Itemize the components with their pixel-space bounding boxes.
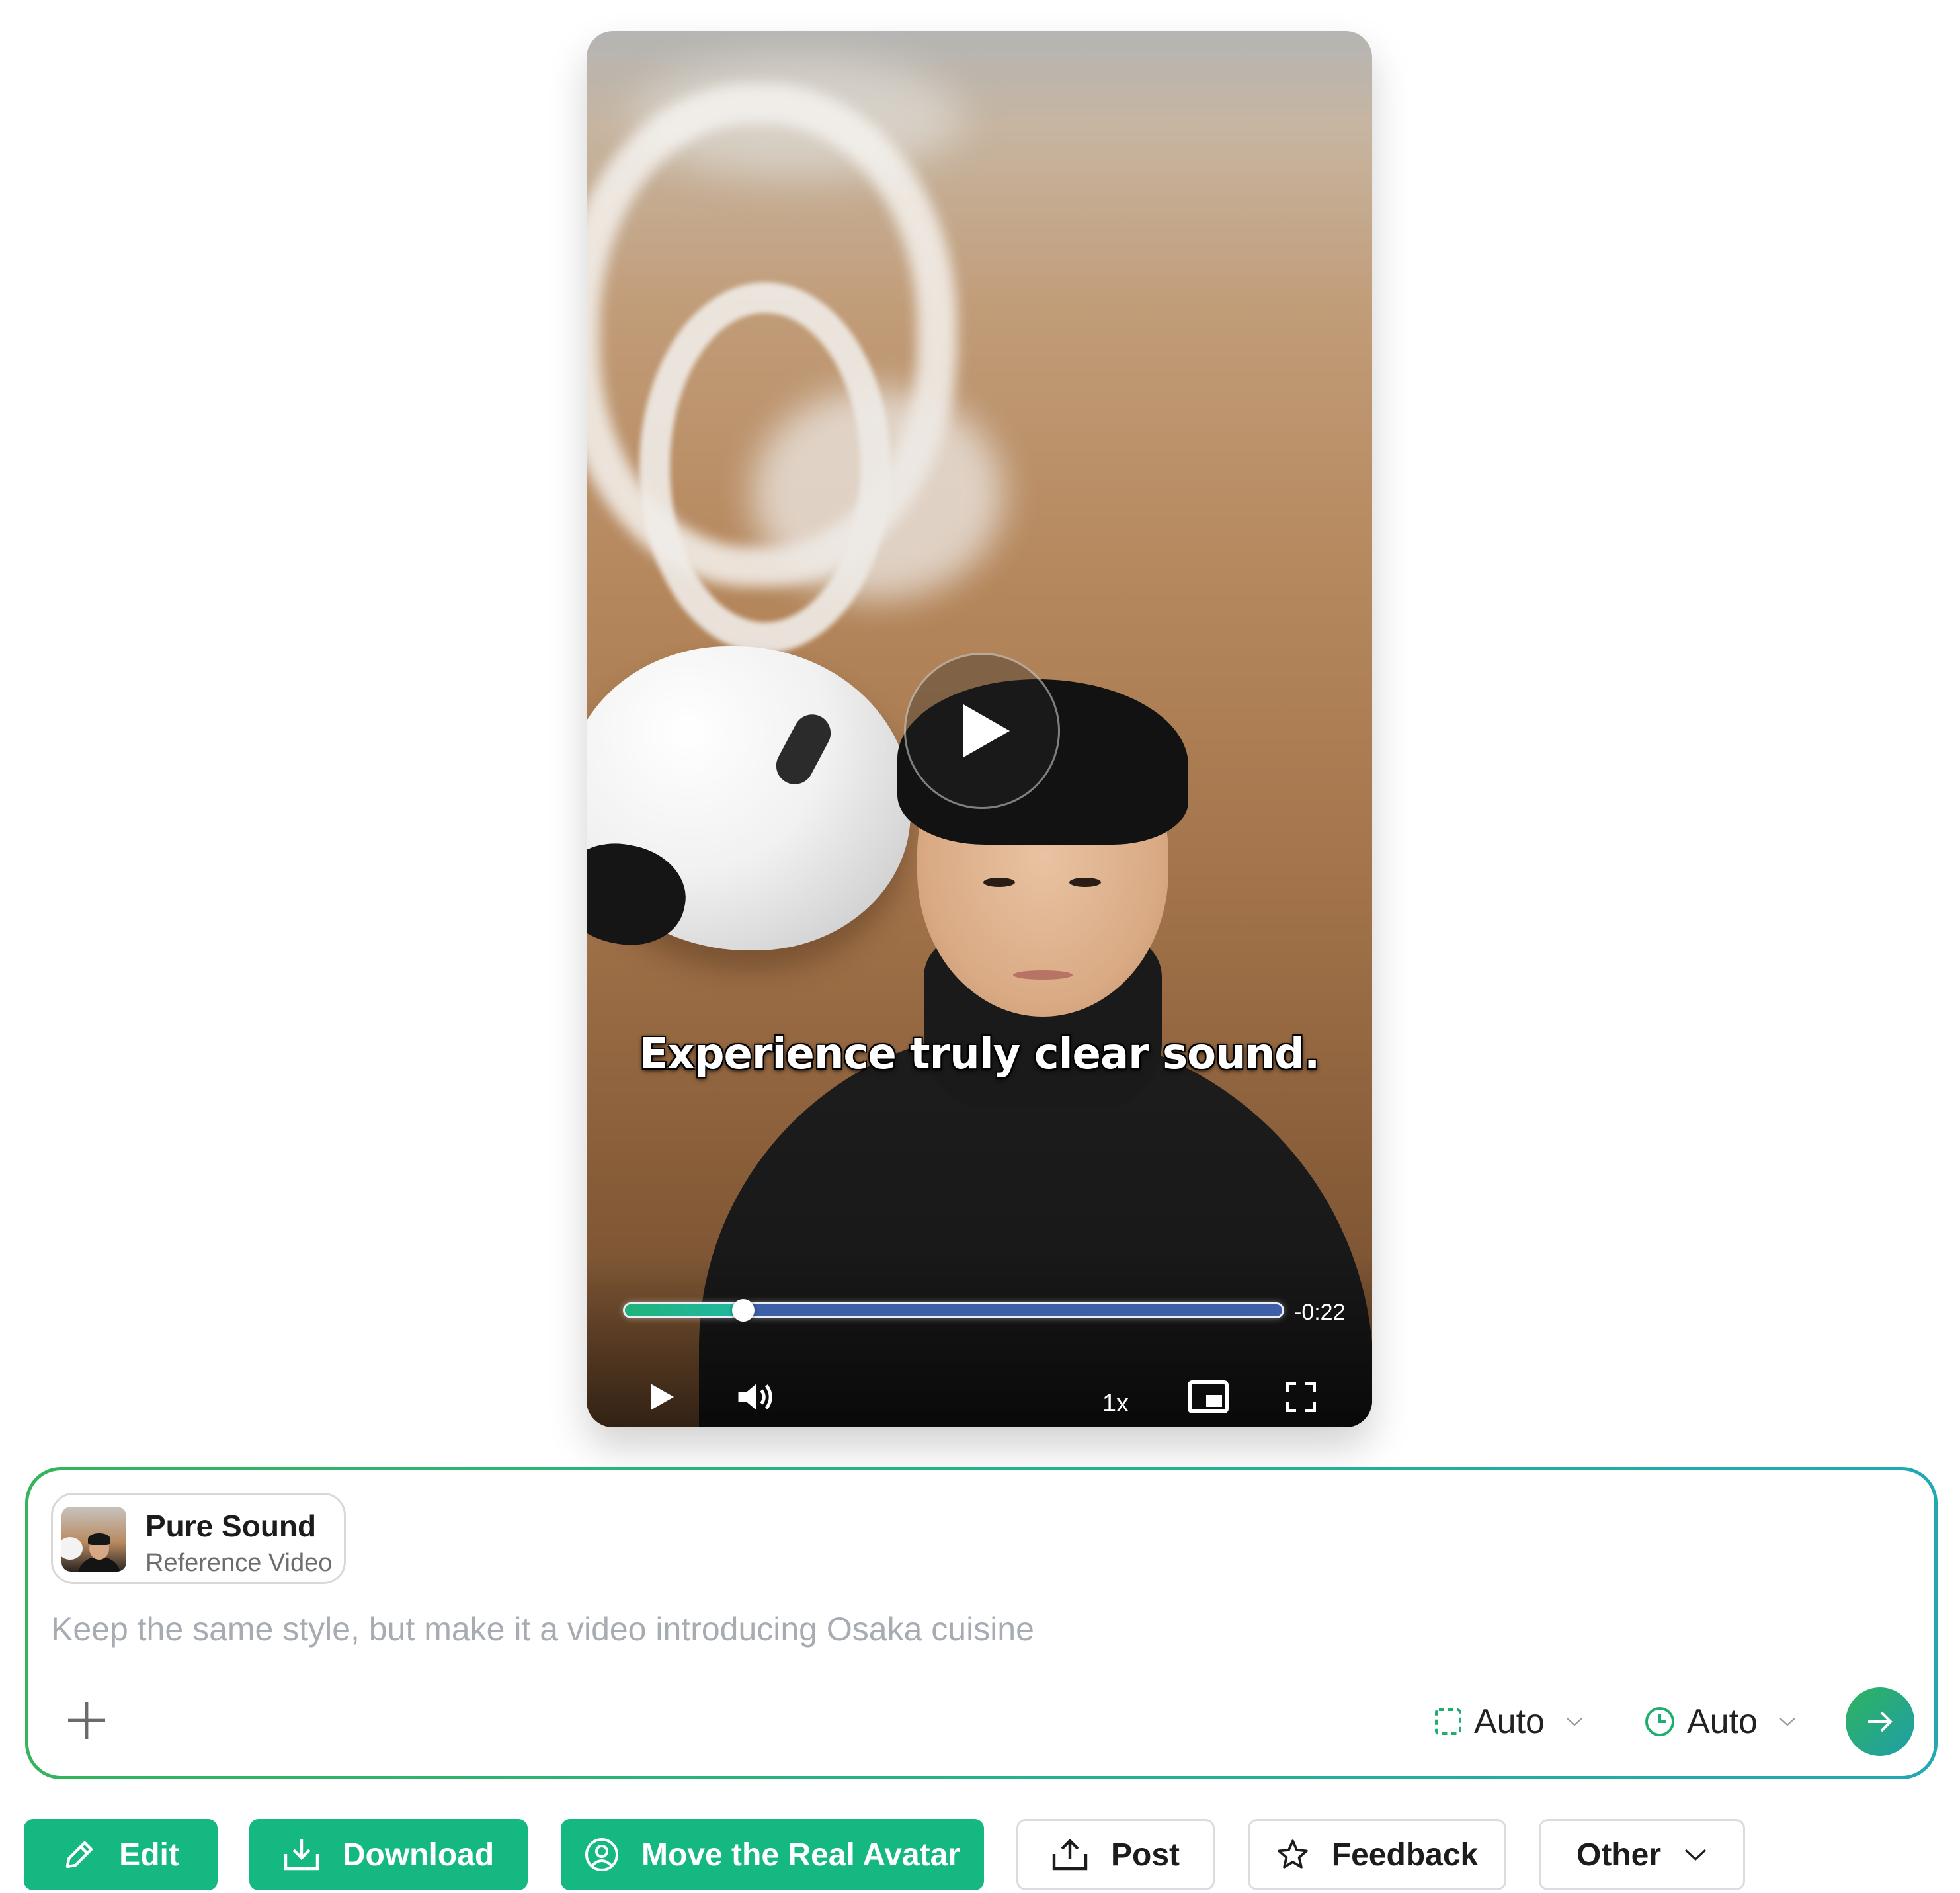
add-attachment-button[interactable] (63, 1697, 110, 1744)
progress-bar[interactable] (623, 1299, 1284, 1322)
star-icon (1278, 1839, 1308, 1869)
video-player[interactable]: Experience truly clear sound. -0:22 1x (587, 31, 1372, 1427)
feedback-label: Feedback (1331, 1837, 1479, 1872)
fullscreen-button[interactable] (1281, 1374, 1321, 1420)
chevron-down-icon (1567, 1718, 1582, 1726)
prompt-composer: Pure Sound Reference Video Auto Auto (25, 1467, 1938, 1779)
duration-select[interactable]: Auto (1645, 1695, 1796, 1748)
post-button[interactable]: Post (1016, 1819, 1215, 1890)
controls-bar (587, 1255, 1372, 1427)
picture-in-picture-button[interactable] (1185, 1374, 1231, 1420)
download-icon (284, 1839, 319, 1871)
other-label: Other (1576, 1837, 1661, 1872)
chevron-down-icon (1779, 1718, 1795, 1726)
play-icon (963, 704, 1010, 757)
video-subtitle: Experience truly clear sound. (639, 1030, 1321, 1079)
plus-icon (68, 1702, 105, 1739)
feedback-button[interactable]: Feedback (1248, 1819, 1506, 1890)
aspect-ratio-value: Auto (1474, 1703, 1545, 1741)
picture-in-picture-icon (1188, 1380, 1229, 1413)
send-button[interactable] (1846, 1687, 1914, 1756)
play-icon (651, 1384, 674, 1410)
progress-handle[interactable] (731, 1299, 755, 1322)
reference-video-label: Reference Video (145, 1549, 333, 1577)
post-label: Post (1110, 1837, 1180, 1872)
prompt-input[interactable] (51, 1603, 1836, 1656)
reference-video-thumbnail (61, 1507, 126, 1572)
other-menu-button[interactable]: Other (1539, 1819, 1745, 1890)
chevron-down-icon (1684, 1849, 1707, 1861)
user-circle-icon (585, 1838, 619, 1871)
pencil-icon (65, 1841, 93, 1869)
playback-speed-button[interactable]: 1x (1089, 1380, 1142, 1427)
time-remaining: -0:22 (1294, 1300, 1346, 1325)
download-button[interactable]: Download (249, 1819, 528, 1890)
duration-value: Auto (1687, 1703, 1758, 1741)
aspect-ratio-select[interactable]: Auto (1434, 1695, 1583, 1748)
download-label: Download (342, 1837, 495, 1872)
reference-video-chip[interactable]: Pure Sound Reference Video (51, 1493, 346, 1584)
volume-icon (738, 1384, 772, 1410)
share-upload-icon (1052, 1838, 1088, 1871)
progress-fill (625, 1304, 743, 1316)
big-play-button[interactable] (904, 653, 1060, 809)
fullscreen-icon (1286, 1382, 1316, 1412)
volume-button[interactable] (733, 1374, 780, 1420)
edit-button[interactable]: Edit (24, 1819, 218, 1890)
move-real-avatar-button[interactable]: Move the Real Avatar (561, 1819, 984, 1890)
aspect-ratio-icon (1435, 1708, 1461, 1735)
clock-icon (1645, 1707, 1674, 1736)
move-real-avatar-label: Move the Real Avatar (641, 1837, 960, 1872)
earphone-cable (752, 388, 1003, 600)
reference-video-title: Pure Sound (145, 1509, 317, 1543)
arrow-right-icon (1868, 1711, 1893, 1732)
play-button[interactable] (643, 1374, 682, 1420)
edit-label: Edit (119, 1837, 179, 1872)
